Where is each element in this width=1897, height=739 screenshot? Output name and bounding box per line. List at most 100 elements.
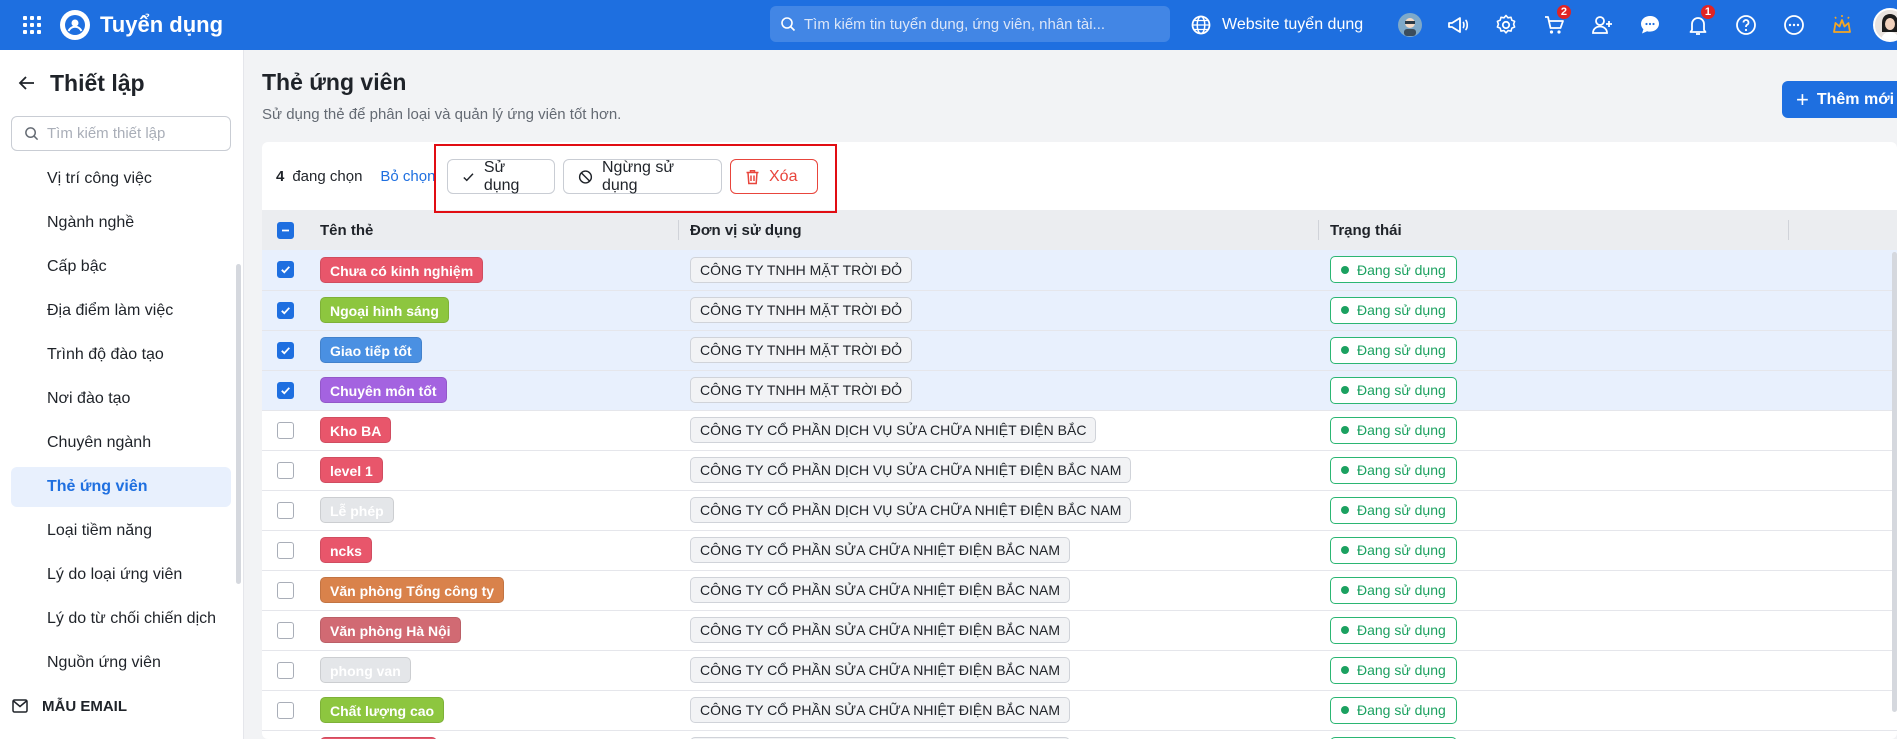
- candidate-tag[interactable]: Ngoại hình sáng: [320, 297, 449, 323]
- sidebar-item-major[interactable]: Chuyên ngành: [11, 423, 231, 463]
- sidebar-item-candidate-tags[interactable]: Thẻ ứng viên: [11, 467, 231, 507]
- table-scrollbar[interactable]: [1892, 252, 1897, 712]
- row-checkbox[interactable]: [277, 261, 294, 279]
- column-header-unit[interactable]: Đơn vị sử dụng: [678, 210, 1318, 250]
- assistant-avatar-icon[interactable]: [1386, 0, 1434, 50]
- sidebar-item-rejection-reason[interactable]: Lý do loại ứng viên: [11, 555, 231, 595]
- add-user-icon[interactable]: [1578, 0, 1626, 50]
- sidebar-item-candidate-source[interactable]: Nguồn ứng viên: [11, 643, 231, 683]
- sidebar-scrollbar[interactable]: [236, 264, 241, 584]
- settings-gear-icon[interactable]: [1482, 0, 1530, 50]
- delete-button[interactable]: Xóa: [730, 159, 818, 194]
- actions-cell: [1788, 650, 1897, 690]
- candidate-tag[interactable]: Chuyên môn tốt: [320, 377, 447, 403]
- candidate-tag[interactable]: Chất lượng cao: [320, 697, 445, 723]
- back-arrow-icon[interactable]: [12, 68, 42, 98]
- candidate-tag[interactable]: Chưa có kinh nghiệm: [320, 256, 484, 283]
- row-checkbox[interactable]: [277, 581, 294, 599]
- table-row[interactable]: Văn phòng Hà Nội CÔNG TY CỔ PHẦN SỬA CHỮA…: [262, 610, 1897, 650]
- user-avatar[interactable]: [1866, 0, 1897, 50]
- table-row[interactable]: level 1 CÔNG TY CỔ PHẦN DỊCH VỤ SỬA CHỮA …: [262, 450, 1897, 490]
- table-row[interactable]: Chuyên môn tốt CÔNG TY TNHH MẶT TRỜI ĐỎ Đa…: [262, 370, 1897, 410]
- table-row[interactable]: ncks CÔNG TY CỔ PHẦN SỬA CHỮA NHIỆT ĐIỆN …: [262, 530, 1897, 570]
- settings-search-input[interactable]: [47, 125, 217, 142]
- table-row[interactable]: Ngoại hình sáng CÔNG TY TNHH MẶT TRỜI ĐỎ Đ…: [262, 290, 1897, 330]
- row-checkbox[interactable]: [277, 461, 294, 479]
- table-row[interactable]: Văn phòng Tổng công ty CÔNG TY CỔ PHẦN SỬ…: [262, 570, 1897, 610]
- app-title[interactable]: Tuyển dụng: [100, 12, 223, 38]
- column-header-tag-name[interactable]: Tên thẻ: [308, 210, 678, 250]
- notification-bell-icon[interactable]: 1: [1674, 0, 1722, 50]
- row-checkbox[interactable]: [277, 661, 294, 679]
- sidebar-item-industry[interactable]: Ngành nghề: [11, 203, 231, 243]
- candidate-tag[interactable]: Giao tiếp tốt: [320, 337, 422, 363]
- add-new-button[interactable]: + Thêm mới: [1782, 81, 1897, 118]
- candidate-tag[interactable]: Lễ phép: [320, 497, 394, 523]
- chat-icon[interactable]: [1626, 0, 1674, 50]
- actions-cell: [1788, 490, 1897, 530]
- select-all-cell: [262, 210, 308, 250]
- candidate-tag[interactable]: phong van: [320, 657, 411, 683]
- global-search[interactable]: [770, 6, 1170, 42]
- status-label: Đang sử dụng: [1357, 382, 1446, 398]
- table-row[interactable]: Lễ phép CÔNG TY CỔ PHẦN DỊCH VỤ SỬA CHỮA …: [262, 490, 1897, 530]
- app-grid-icon[interactable]: [18, 11, 46, 39]
- row-checkbox[interactable]: [277, 541, 294, 559]
- sidebar-item-level[interactable]: Cấp bậc: [11, 247, 231, 287]
- candidate-tag[interactable]: ncks: [320, 537, 372, 563]
- status-label: Đang sử dụng: [1357, 622, 1446, 638]
- table-row[interactable]: Chất lượng cao CÔNG TY CỔ PHẦN SỬA CHỮA N…: [262, 690, 1897, 730]
- row-checkbox[interactable]: [277, 381, 294, 399]
- status-label: Đang sử dụng: [1357, 702, 1446, 718]
- sidebar-section-email-templates[interactable]: MẪU EMAIL: [0, 687, 243, 725]
- unit-chip: CÔNG TY CỔ PHẦN DỊCH VỤ SỬA CHỮA NHIỆT Đ…: [690, 457, 1132, 483]
- deselect-link[interactable]: Bỏ chọn: [380, 168, 435, 185]
- actions-cell: [1788, 450, 1897, 490]
- status-dot: [1341, 265, 1349, 274]
- tag-name-cell: Kho BA: [308, 410, 678, 450]
- candidate-tag[interactable]: level 1: [320, 457, 383, 483]
- row-checkbox[interactable]: [277, 701, 294, 719]
- column-header-status[interactable]: Trạng thái: [1318, 210, 1788, 250]
- table-row[interactable]: phong van CÔNG TY CỔ PHẦN SỬA CHỮA NHIỆT …: [262, 650, 1897, 690]
- select-all-checkbox[interactable]: [277, 221, 294, 239]
- cart-icon[interactable]: 2: [1530, 0, 1578, 50]
- row-checkbox[interactable]: [277, 621, 294, 639]
- help-icon[interactable]: [1722, 0, 1770, 50]
- status-cell: Đang sử dụng: [1318, 490, 1788, 530]
- sidebar-item-education-level[interactable]: Trình độ đào tạo: [11, 335, 231, 375]
- row-checkbox[interactable]: [277, 421, 294, 439]
- status-dot: [1341, 306, 1349, 314]
- row-checkbox[interactable]: [277, 341, 294, 359]
- global-search-input[interactable]: [804, 15, 1154, 33]
- candidate-tag[interactable]: Kho BA: [320, 417, 392, 443]
- table-row[interactable]: Chưa có kinh nghiệm CÔNG TY TNHH MẶT TRỜI…: [262, 250, 1897, 290]
- stop-using-button[interactable]: Ngừng sử dụng: [563, 159, 722, 194]
- tags-table-card: 4 đang chọn Bỏ chọn Sử dụng Ngừng sử dụng…: [262, 142, 1897, 739]
- use-button[interactable]: Sử dụng: [447, 159, 555, 194]
- candidate-tag[interactable]: Văn phòng Tổng công ty: [320, 577, 505, 603]
- status-dot: [1341, 466, 1349, 474]
- settings-search[interactable]: [11, 116, 231, 151]
- row-checkbox[interactable]: [277, 301, 294, 319]
- sidebar-item-training-place[interactable]: Nơi đào tạo: [11, 379, 231, 419]
- website-link[interactable]: Website tuyển dụng: [1190, 0, 1363, 50]
- unit-cell: CÔNG TY CỔ PHẦN SỬA CHỮA NHIỆT ĐIỆN BẮC …: [678, 610, 1318, 650]
- delete-label: Xóa: [769, 167, 798, 185]
- sidebar-item-campaign-decline-reason[interactable]: Lý do từ chối chiến dịch: [11, 599, 231, 639]
- tag-name-cell: Nhân viên mới: [308, 730, 678, 739]
- sidebar-item-potential-type[interactable]: Loại tiềm năng: [11, 511, 231, 551]
- table-row[interactable]: Giao tiếp tốt CÔNG TY TNHH MẶT TRỜI ĐỎ Đan…: [262, 330, 1897, 370]
- premium-crown-icon[interactable]: [1818, 0, 1866, 50]
- sidebar-item-job-position[interactable]: Vị trí công việc: [11, 159, 231, 199]
- sidebar-item-work-location[interactable]: Địa điểm làm việc: [11, 291, 231, 331]
- table-row[interactable]: Kho BA CÔNG TY CỔ PHẦN DỊCH VỤ SỬA CHỮA N…: [262, 410, 1897, 450]
- column-header-actions: [1788, 210, 1897, 250]
- row-checkbox[interactable]: [277, 501, 294, 519]
- more-options-icon[interactable]: [1770, 0, 1818, 50]
- unit-chip: CÔNG TY CỔ PHẦN SỬA CHỮA NHIỆT ĐIỆN BẮC …: [690, 657, 1070, 683]
- megaphone-icon[interactable]: [1434, 0, 1482, 50]
- actions-cell: [1788, 250, 1897, 290]
- candidate-tag[interactable]: Văn phòng Hà Nội: [320, 617, 461, 643]
- table-row[interactable]: Nhân viên mớiCÔNG TY CỔ PHẦN SỬA CHỮA NH…: [262, 730, 1897, 739]
